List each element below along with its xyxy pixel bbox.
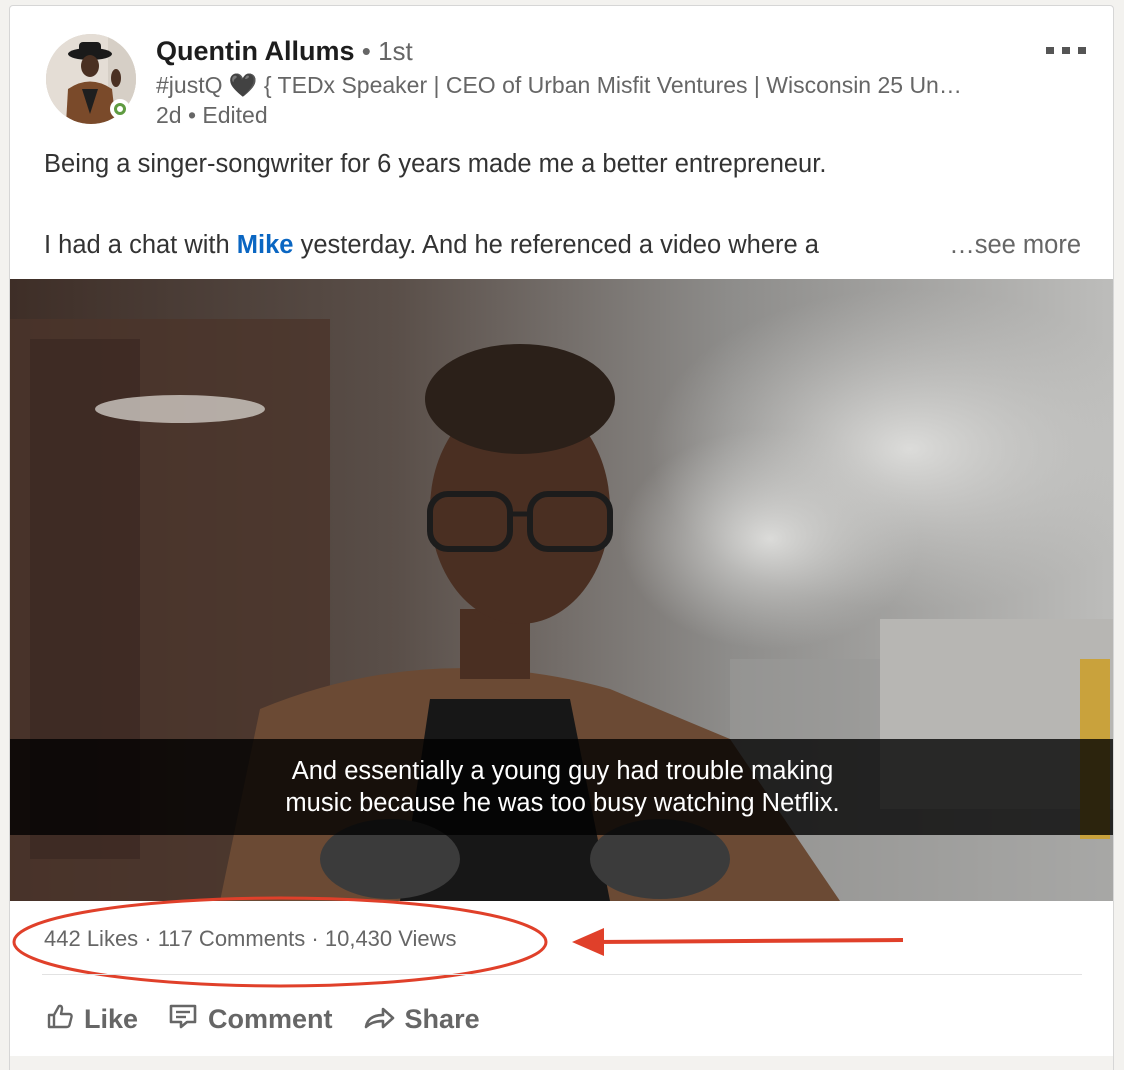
count-separator: · xyxy=(138,926,158,951)
author-headline: #justQ 🖤 { TEDx Speaker | CEO of Urban M… xyxy=(156,72,962,98)
like-label: Like xyxy=(84,1004,139,1034)
mention-link[interactable]: Mike xyxy=(237,231,294,259)
connection-degree: • 1st xyxy=(354,36,413,66)
divider xyxy=(42,974,1082,975)
caption-line-1: And essentially a young guy had trouble … xyxy=(291,757,834,785)
online-status-indicator xyxy=(110,99,130,119)
card-footer-strip xyxy=(10,1056,1113,1070)
post-text-segment: yesterday. And he referenced a video whe… xyxy=(293,231,819,259)
post-card: Quentin Allums • 1st #justQ 🖤 { TEDx Spe… xyxy=(9,5,1114,1070)
more-options-icon[interactable] xyxy=(1046,40,1088,60)
video-player[interactable]: And essentially a young guy had trouble … xyxy=(10,279,1113,901)
views-count[interactable]: 10,430 Views xyxy=(325,926,457,951)
comments-count[interactable]: 117 Comments xyxy=(158,926,306,951)
post-text-segment: I had a chat with xyxy=(44,231,237,259)
author-name[interactable]: Quentin Allums xyxy=(156,36,355,66)
like-button[interactable]: Like xyxy=(40,998,144,1041)
share-button[interactable]: Share xyxy=(357,998,486,1041)
likes-count[interactable]: 442 Likes xyxy=(44,926,138,951)
caption-line-2: music because he was too busy watching N… xyxy=(285,789,840,817)
comment-button[interactable]: Comment xyxy=(162,998,339,1041)
count-separator: · xyxy=(305,926,325,951)
comment-icon xyxy=(168,1002,198,1037)
share-label: Share xyxy=(404,1004,480,1034)
comment-label: Comment xyxy=(208,1004,333,1034)
post-timestamp: 2d • Edited xyxy=(156,102,268,128)
annotation-arrow-icon xyxy=(572,928,904,956)
see-more-link[interactable]: …see more xyxy=(949,231,1081,260)
author-name-line: Quentin Allums • 1st xyxy=(156,36,413,67)
video-caption: And essentially a young guy had trouble … xyxy=(10,739,1113,835)
thumbs-up-icon xyxy=(46,1002,74,1037)
post-actions-bar: Like Comment Share xyxy=(40,998,504,1041)
social-counts: 442 Likes · 117 Comments · 10,430 Views xyxy=(44,926,457,952)
post-text-line-2: I had a chat with Mike yesterday. And he… xyxy=(44,231,819,260)
post-text-line-1: Being a singer-songwriter for 6 years ma… xyxy=(44,150,827,178)
share-arrow-icon xyxy=(363,1002,395,1037)
